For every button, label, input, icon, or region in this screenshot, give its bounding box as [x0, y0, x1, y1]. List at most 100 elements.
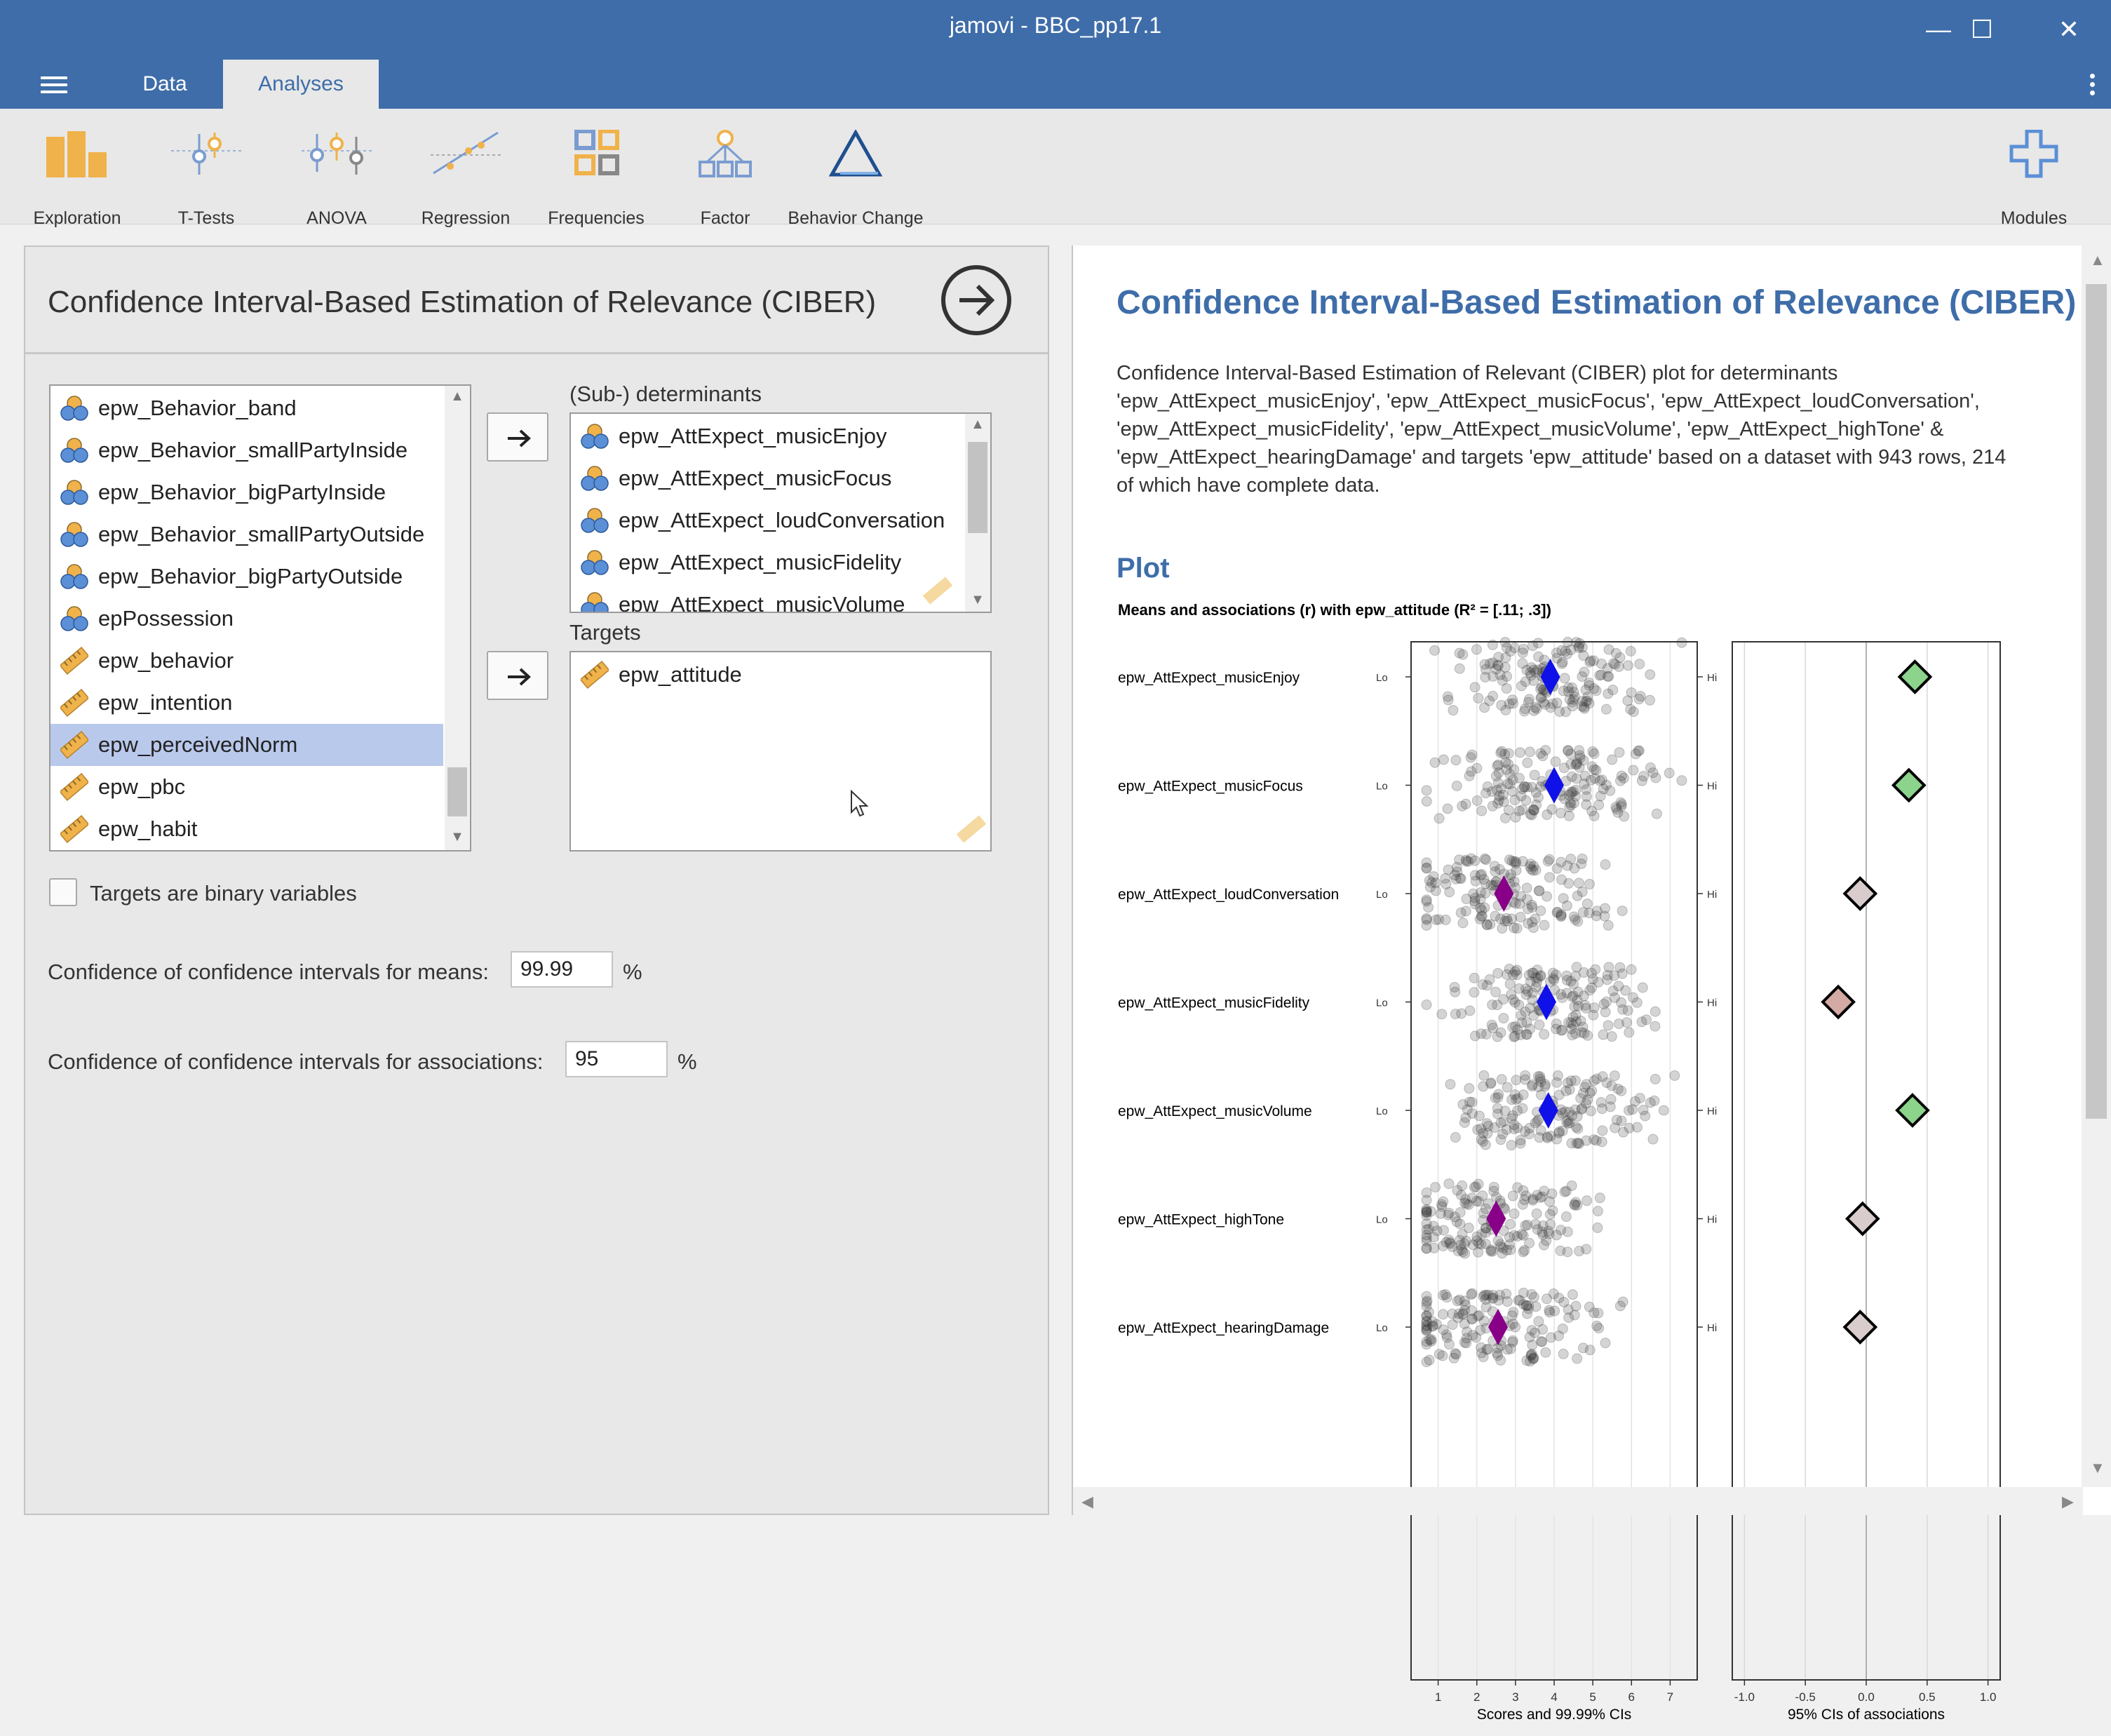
determinants-list[interactable]: epw_AttExpect_musicEnjoy epw_AttExpect_mu…: [569, 412, 992, 613]
t-tests-label: T-Tests: [177, 208, 235, 228]
variables-scrollbar[interactable]: ▲ ▼: [445, 386, 470, 850]
scroll-thumb[interactable]: [447, 767, 467, 816]
data-point: [1622, 1005, 1633, 1016]
data-point: [1517, 647, 1528, 659]
data-point: [1542, 856, 1553, 867]
list-item[interactable]: epw_Behavior_band: [50, 387, 443, 429]
modules-button[interactable]: Modules: [1971, 130, 2097, 228]
conf-means-input[interactable]: [511, 951, 613, 988]
move-to-targets-button[interactable]: [487, 651, 548, 700]
factor-label: Factor: [700, 208, 750, 228]
list-item[interactable]: epw_habit: [50, 808, 443, 850]
scroll-up-icon[interactable]: ▲: [965, 414, 990, 435]
x-tick-label: 5: [1589, 1690, 1596, 1704]
scroll-down-icon[interactable]: ▼: [445, 826, 470, 847]
variables-list[interactable]: epw_Behavior_band epw_Behavior_smallParty…: [49, 384, 471, 852]
list-item[interactable]: epPossession: [50, 598, 443, 640]
data-point: [1535, 971, 1546, 982]
results-vertical-scrollbar[interactable]: ▲ ▼: [2082, 245, 2111, 1487]
list-item[interactable]: epw_AttExpect_musicFocus: [571, 457, 964, 499]
data-point: [1610, 647, 1621, 659]
data-point: [1509, 856, 1520, 867]
behavior-change-button[interactable]: Behavior Change: [785, 130, 926, 228]
data-point: [1631, 1122, 1643, 1133]
data-point: [1532, 1116, 1543, 1127]
data-point: [1618, 1126, 1629, 1138]
exploration-button[interactable]: Exploration: [14, 130, 140, 228]
data-point: [1456, 1190, 1467, 1201]
determinants-scrollbar[interactable]: ▲ ▼: [965, 414, 990, 612]
data-point: [1537, 1226, 1548, 1237]
data-point: [1495, 1354, 1506, 1366]
x-tick-label: 6: [1628, 1690, 1635, 1704]
data-point: [1676, 775, 1687, 786]
data-point: [1509, 1208, 1520, 1219]
list-item[interactable]: epw_AttExpect_musicVolume: [571, 584, 964, 612]
close-button[interactable]: ✕: [2048, 10, 2090, 49]
data-point: [1422, 1296, 1433, 1307]
data-point: [1516, 1009, 1527, 1021]
data-point: [1599, 910, 1610, 922]
arrow-right-icon: [959, 284, 995, 316]
list-item[interactable]: epw_attitude: [571, 654, 964, 696]
list-item[interactable]: epw_perceivedNorm: [50, 724, 443, 766]
targets-list[interactable]: epw_attitude: [569, 651, 992, 852]
more-options-icon[interactable]: [2090, 74, 2096, 99]
move-to-determinants-button[interactable]: [487, 412, 548, 462]
scroll-thumb[interactable]: [2086, 284, 2107, 1119]
data-point: [1568, 911, 1579, 922]
data-point: [1421, 1325, 1432, 1336]
list-item[interactable]: epw_AttExpect_musicEnjoy: [571, 415, 964, 457]
data-point: [1571, 773, 1582, 784]
scroll-up-icon[interactable]: ▲: [2090, 251, 2105, 269]
list-item[interactable]: epw_Behavior_bigPartyOutside: [50, 556, 443, 598]
data-point: [1496, 1074, 1507, 1085]
data-point: [1556, 989, 1567, 1000]
scroll-down-icon[interactable]: ▼: [965, 589, 990, 610]
regression-button[interactable]: Regression: [403, 130, 529, 228]
scroll-thumb[interactable]: [968, 442, 987, 533]
data-point: [1609, 970, 1620, 981]
scroll-left-icon[interactable]: ◀: [1081, 1493, 1093, 1511]
tab-analyses[interactable]: Analyses: [223, 60, 379, 109]
association-marker: [1842, 876, 1878, 911]
data-point: [1497, 923, 1508, 934]
data-point: [1592, 1206, 1603, 1217]
list-item[interactable]: epw_Behavior_bigPartyInside: [50, 471, 443, 513]
frequencies-button[interactable]: Frequencies: [533, 130, 659, 228]
data-point: [1603, 1020, 1614, 1031]
data-point: [1525, 1002, 1536, 1014]
anova-button[interactable]: ANOVA: [274, 130, 400, 228]
data-point: [1553, 1127, 1565, 1138]
list-item[interactable]: epw_Behavior_smallPartyInside: [50, 429, 443, 471]
data-point: [1613, 661, 1624, 672]
data-point: [1433, 914, 1444, 925]
scroll-up-icon[interactable]: ▲: [445, 386, 470, 407]
scroll-down-icon[interactable]: ▼: [2090, 1459, 2105, 1477]
t-tests-button[interactable]: T-Tests: [143, 130, 269, 228]
scroll-right-icon[interactable]: ▶: [2062, 1493, 2074, 1511]
list-item[interactable]: epw_intention: [50, 682, 443, 724]
list-item[interactable]: epw_Behavior_smallPartyOutside: [50, 513, 443, 556]
results-horizontal-scrollbar[interactable]: ◀ ▶: [1073, 1487, 2083, 1515]
binary-targets-checkbox[interactable]: [49, 878, 77, 906]
menu-icon[interactable]: [41, 76, 67, 93]
data-point: [1575, 1093, 1586, 1104]
close-options-button[interactable]: [941, 265, 1011, 335]
list-item[interactable]: epw_behavior: [50, 640, 443, 682]
data-point: [1625, 704, 1636, 715]
variable-name: epw_Behavior_band: [98, 396, 297, 420]
data-point: [1556, 807, 1567, 819]
data-point: [1461, 856, 1472, 867]
list-item[interactable]: epw_AttExpect_loudConversation: [571, 499, 964, 541]
tab-data[interactable]: Data: [119, 60, 210, 109]
data-point: [1577, 853, 1588, 864]
minimize-button[interactable]: —: [1917, 10, 1960, 49]
list-item[interactable]: epw_AttExpect_musicFidelity: [571, 541, 964, 584]
analysis-title: Confidence Interval-Based Estimation of …: [48, 285, 877, 319]
data-point: [1621, 1017, 1633, 1028]
factor-button[interactable]: Factor: [662, 130, 788, 228]
conf-assoc-input[interactable]: [565, 1041, 668, 1077]
maximize-button[interactable]: ☐: [1961, 10, 2003, 49]
list-item[interactable]: epw_pbc: [50, 766, 443, 808]
